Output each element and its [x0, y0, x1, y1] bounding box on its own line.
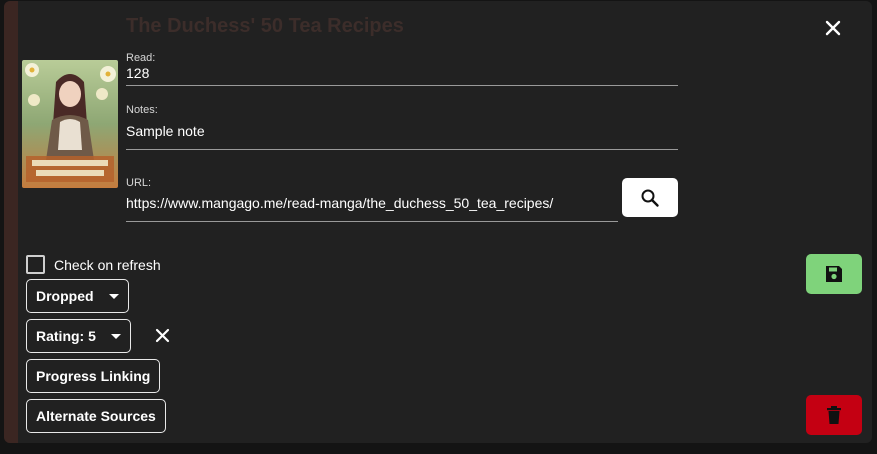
- notes-underline: [126, 149, 678, 150]
- delete-button[interactable]: [806, 395, 862, 435]
- progress-linking-label: Progress Linking: [36, 368, 151, 384]
- notes-field[interactable]: Notes: Sample note: [126, 104, 205, 140]
- read-field[interactable]: Read: 128: [126, 52, 155, 82]
- status-dropdown[interactable]: Dropped: [26, 279, 129, 313]
- dialog-accent-bar: [4, 1, 18, 443]
- url-underline: [126, 221, 618, 222]
- trash-icon: [827, 406, 841, 424]
- check-on-refresh-checkbox[interactable]: [26, 255, 45, 274]
- close-icon: [825, 20, 841, 36]
- close-icon: [155, 328, 169, 342]
- clear-rating-button[interactable]: [152, 325, 172, 345]
- cover-image: [22, 60, 118, 188]
- url-field[interactable]: URL: https://www.mangago.me/read-manga/t…: [126, 177, 553, 212]
- url-input[interactable]: https://www.mangago.me/read-manga/the_du…: [126, 194, 553, 212]
- notes-input[interactable]: Sample note: [126, 122, 205, 140]
- status-dropdown-label: Dropped: [36, 288, 94, 304]
- url-label: URL:: [126, 177, 152, 189]
- alternate-sources-button[interactable]: Alternate Sources: [26, 399, 166, 433]
- alternate-sources-label: Alternate Sources: [36, 408, 156, 424]
- read-underline: [126, 85, 678, 86]
- series-edit-dialog: The Duchess' 50 Tea Recipes Read: 128 No…: [4, 1, 872, 443]
- dropdown-caret-icon: [110, 333, 121, 339]
- notes-label: Notes:: [126, 104, 158, 116]
- check-on-refresh-row[interactable]: Check on refresh: [26, 255, 161, 274]
- save-icon: [826, 266, 842, 282]
- read-input[interactable]: 128: [126, 64, 155, 82]
- dialog-title: The Duchess' 50 Tea Recipes: [126, 15, 404, 37]
- read-label: Read:: [126, 52, 156, 64]
- close-button[interactable]: [820, 15, 846, 41]
- save-button[interactable]: [806, 254, 862, 294]
- search-icon: [641, 189, 659, 207]
- rating-dropdown-label: Rating: 5: [36, 328, 96, 344]
- search-button[interactable]: [622, 178, 678, 217]
- rating-dropdown[interactable]: Rating: 5: [26, 319, 131, 353]
- progress-linking-button[interactable]: Progress Linking: [26, 359, 161, 393]
- dropdown-caret-icon: [108, 293, 119, 299]
- check-on-refresh-label: Check on refresh: [54, 256, 161, 273]
